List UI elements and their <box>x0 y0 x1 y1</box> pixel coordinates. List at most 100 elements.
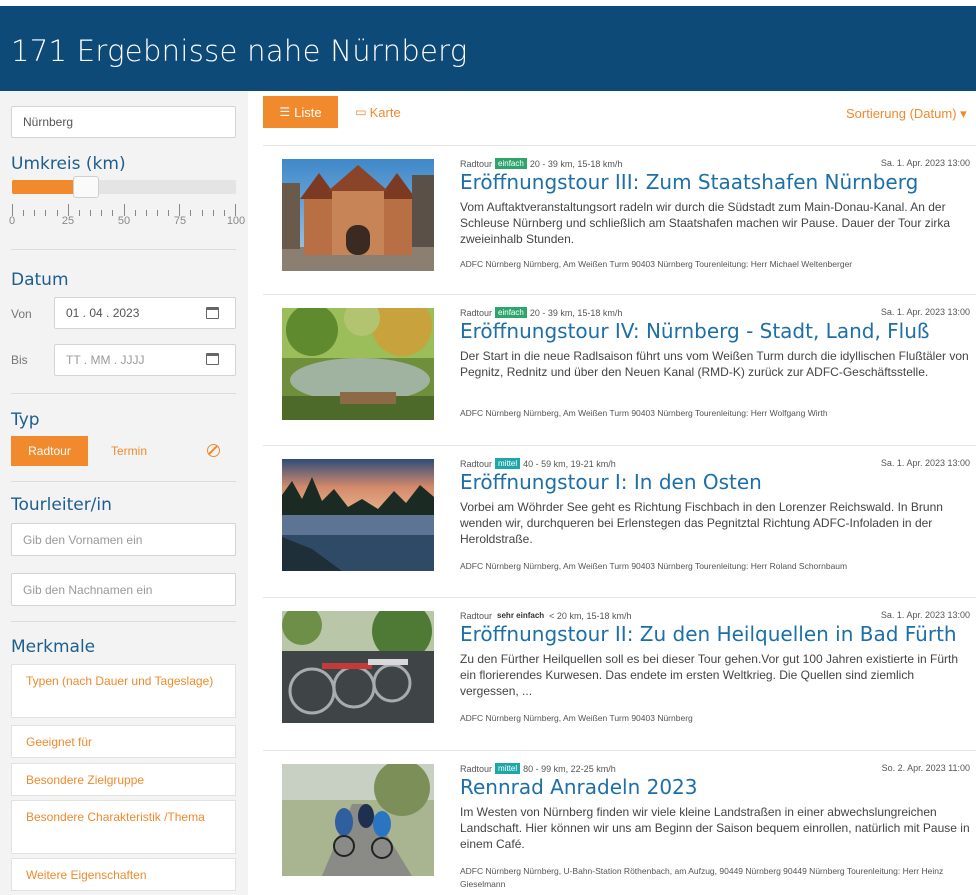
datum-title: Datum <box>11 270 69 290</box>
tour-description: Zu den Fürther Heilquellen soll es bei d… <box>460 652 959 698</box>
calendar-icon[interactable] <box>206 307 219 319</box>
tick-label-0: 0 <box>8 215 16 227</box>
divider <box>11 621 236 622</box>
tour-date: Sa. 1. Apr. 2023 13:00 <box>880 158 970 168</box>
tour-date: Sa. 1. Apr. 2023 13:00 <box>880 458 970 468</box>
tour-image <box>282 764 434 876</box>
tour-footer: ADFC Nürnberg Nürnberg, U-Bahn-Station R… <box>460 866 944 889</box>
tour-description: Der Start in die neue Radlsaison führt u… <box>460 349 969 379</box>
slider-tick <box>90 210 92 216</box>
radius-slider-handle[interactable] <box>72 176 99 198</box>
result-card[interactable]: Radtour einfach 20 - 39 km, 15-18 km/h S… <box>263 294 976 445</box>
difficulty-badge: einfach <box>495 307 527 318</box>
tour-type: Radtour <box>460 610 493 621</box>
slider-tick <box>145 210 147 216</box>
tour-date: So. 2. Apr. 2023 11:00 <box>881 763 970 773</box>
tour-title[interactable]: Rennrad Anradeln 2023 <box>460 775 698 799</box>
map-view-button[interactable]: ▭ Karte <box>350 96 406 128</box>
tour-footer: ADFC Nürnberg Nürnberg, Am Weißen Turm 9… <box>460 713 693 723</box>
tour-description: Vorbei am Wöhrder See geht es Richtung F… <box>460 500 943 546</box>
first-name-placeholder: Gib den Vornamen ein <box>23 532 143 547</box>
map-icon: ▭ <box>355 105 367 119</box>
tour-date: Sa. 1. Apr. 2023 13:00 <box>880 307 970 317</box>
sort-dropdown[interactable]: Sortierung (Datum) ▾ <box>846 106 967 122</box>
tour-type: Radtour <box>460 307 493 318</box>
result-card[interactable]: Radtour sehr einfach < 20 km, 15-18 km/h… <box>263 597 976 750</box>
merkmale-title: Merkmale <box>11 637 96 657</box>
tour-footer: ADFC Nürnberg Nürnberg, Am Weißen Turm 9… <box>460 408 828 418</box>
slider-tick <box>201 210 203 216</box>
last-name-input[interactable]: Gib den Nachnamen ein <box>11 573 236 606</box>
tour-title[interactable]: Eröffnungstour II: Zu den Heilquellen in… <box>460 622 957 646</box>
divider <box>11 249 236 250</box>
tour-date: Sa. 1. Apr. 2023 13:00 <box>880 610 970 620</box>
location-value: Nürnberg <box>23 115 74 129</box>
tourleiter-title: Tourleiter/in <box>11 495 112 515</box>
tour-details: 80 - 99 km, 22-25 km/h <box>523 763 616 774</box>
first-name-input[interactable]: Gib den Vornamen ein <box>11 523 236 556</box>
tour-image <box>282 611 434 723</box>
filter-zielgruppe[interactable]: Besondere Zielgruppe <box>11 763 236 796</box>
slider-tick <box>45 210 47 216</box>
last-name-placeholder: Gib den Nachnamen ein <box>23 582 153 597</box>
umkreis-title: Umkreis (km) <box>11 154 126 174</box>
tour-title[interactable]: Eröffnungstour III: Zum Staatshafen Nürn… <box>460 170 918 194</box>
slider-tick <box>212 210 214 216</box>
filter-eigenschaften[interactable]: Weitere Eigenschaften <box>11 858 236 891</box>
bis-label: Bis <box>11 353 28 367</box>
type-termin-button[interactable]: Termin <box>95 436 163 466</box>
list-label: Liste <box>294 104 322 120</box>
clear-filter-icon[interactable] <box>207 444 220 457</box>
tick-label-100: 100 <box>226 215 246 227</box>
tour-type: Radtour <box>460 458 493 469</box>
date-from-value: 01 . 04 . 2023 <box>66 306 140 320</box>
von-label: Von <box>11 307 32 321</box>
location-input[interactable]: Nürnberg <box>11 106 236 138</box>
tour-details: 20 - 39 km, 15-18 km/h <box>529 158 623 169</box>
filter-geeignet[interactable]: Geeignet für <box>11 725 236 758</box>
list-view-button[interactable]: ☰ Liste <box>263 96 338 128</box>
tour-title[interactable]: Eröffnungstour IV: Nürnberg - Stadt, Lan… <box>460 319 930 343</box>
tour-description: Im Westen von Nürnberg finden wir viele … <box>460 805 970 851</box>
divider <box>11 481 236 482</box>
difficulty-badge: sehr einfach <box>497 611 545 620</box>
tour-details: 40 - 59 km, 19-21 km/h <box>523 458 616 469</box>
calendar-icon[interactable] <box>206 353 219 365</box>
tour-details: < 20 km, 15-18 km/h <box>549 610 632 621</box>
tour-image <box>282 459 434 571</box>
tick-label-25: 25 <box>61 215 75 227</box>
filter-charakteristik[interactable]: Besondere Charakteristik /Thema <box>11 800 236 854</box>
tour-footer: ADFC Nürnberg Nürnberg, Am Weißen Turm 9… <box>460 259 853 269</box>
tour-title[interactable]: Eröffnungstour I: In den Osten <box>460 470 762 494</box>
tour-meta: Radtour einfach 20 - 39 km, 15-18 km/h <box>460 158 622 169</box>
slider-tick <box>34 210 36 216</box>
tick-label-50: 50 <box>117 215 131 227</box>
tour-description: Vom Auftaktveranstaltungsort radeln wir … <box>460 200 951 246</box>
tour-meta: Radtour mittel 80 - 99 km, 22-25 km/h <box>460 763 616 774</box>
filter-typen[interactable]: Typen (nach Dauer und Tageslage) <box>11 664 236 718</box>
tour-details: 20 - 39 km, 15-18 km/h <box>529 307 623 318</box>
tick-label-75: 75 <box>173 215 187 227</box>
type-radtour-button[interactable]: Radtour <box>11 436 88 466</box>
page-title: 171 Ergebnisse nahe Nürnberg <box>11 34 468 68</box>
tour-meta: Radtour mittel 40 - 59 km, 19-21 km/h <box>460 458 616 469</box>
tour-type: Radtour <box>460 158 493 169</box>
tour-image <box>282 159 434 271</box>
page-header: 171 Ergebnisse nahe Nürnberg <box>0 0 976 91</box>
result-card[interactable]: Radtour mittel 80 - 99 km, 22-25 km/h So… <box>263 750 976 895</box>
list-icon: ☰ <box>279 105 291 119</box>
divider <box>11 393 236 394</box>
difficulty-badge: einfach <box>495 158 527 169</box>
tour-image <box>282 308 434 420</box>
tour-footer: ADFC Nürnberg Nürnberg, Am Weißen Turm 9… <box>460 561 848 571</box>
date-to-placeholder: TT . MM . JJJJ <box>66 353 145 367</box>
result-card[interactable]: Radtour einfach 20 - 39 km, 15-18 km/h S… <box>263 145 976 294</box>
difficulty-badge: mittel <box>495 763 521 774</box>
tour-meta: Radtour sehr einfach < 20 km, 15-18 km/h <box>460 610 631 621</box>
slider-tick <box>101 210 103 216</box>
slider-tick <box>156 210 158 216</box>
tour-meta: Radtour einfach 20 - 39 km, 15-18 km/h <box>460 307 622 318</box>
difficulty-badge: mittel <box>495 458 521 469</box>
result-card[interactable]: Radtour mittel 40 - 59 km, 19-21 km/h Sa… <box>263 445 976 597</box>
typ-title: Typ <box>11 410 40 430</box>
